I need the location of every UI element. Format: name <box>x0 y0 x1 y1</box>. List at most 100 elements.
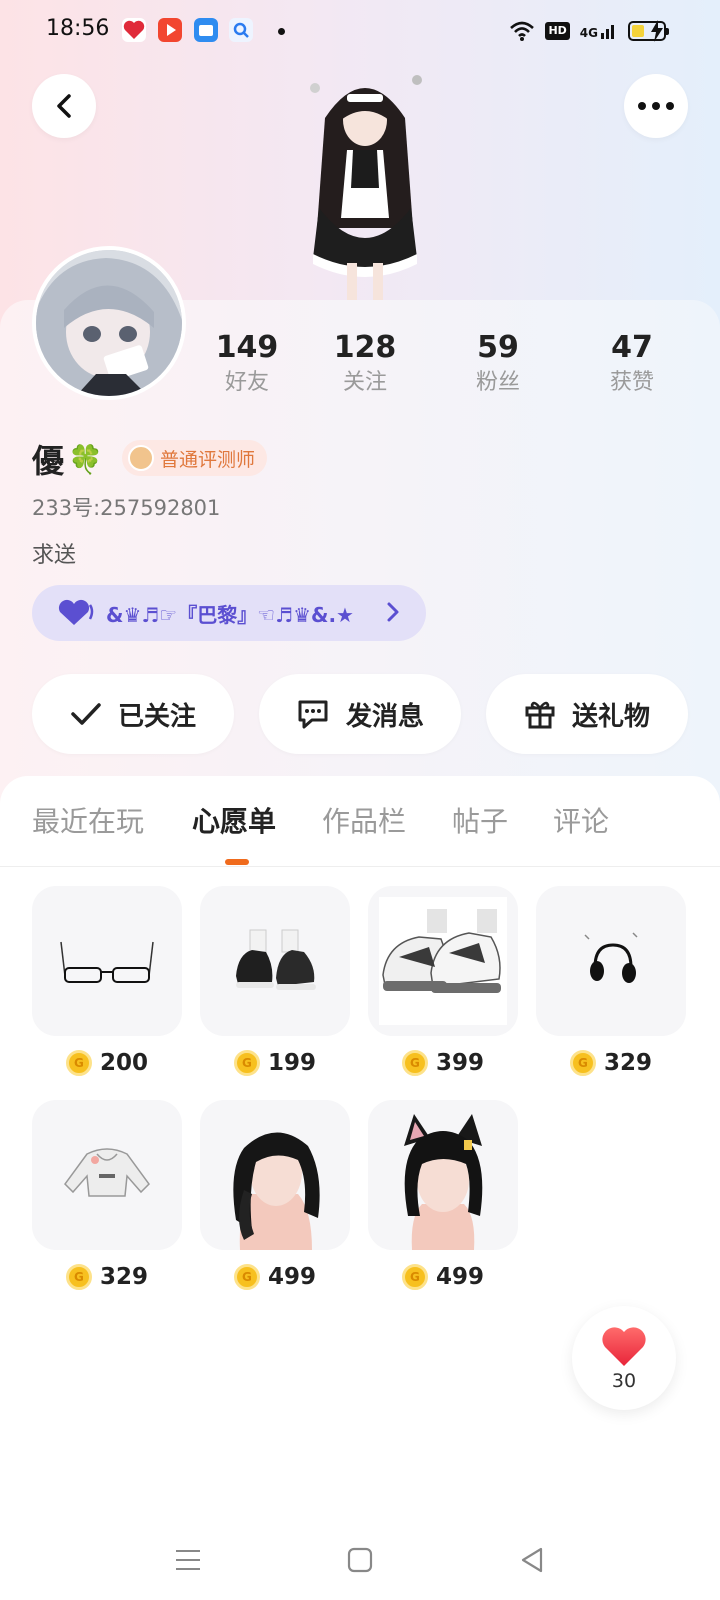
stat-label: 获赞 <box>609 370 654 395</box>
app-icon-video-play <box>158 18 182 42</box>
app-icon-search <box>229 18 253 42</box>
send-gift-label: 送礼物 <box>571 701 650 732</box>
heart-icon <box>602 1327 646 1366</box>
item-price: G 200 <box>32 1048 182 1078</box>
check-icon <box>71 703 101 725</box>
charging-icon <box>651 20 663 42</box>
network-type: 4G <box>579 26 598 40</box>
stat-number: 128 <box>333 330 397 365</box>
price-value: 499 <box>435 1264 484 1290</box>
coin-icon: G <box>401 1050 428 1076</box>
item-thumbnail <box>32 1100 182 1250</box>
app-icon-blue-box <box>194 18 218 42</box>
back-nav-button[interactable] <box>512 1540 552 1580</box>
coin-icon: G <box>569 1050 596 1076</box>
tab-comments[interactable]: 评论 <box>553 800 609 840</box>
wishlist-item-black-hair[interactable]: G 499 <box>200 1100 350 1292</box>
message-label: 发消息 <box>345 701 424 732</box>
clover-emoji: 🍀 <box>68 442 103 476</box>
stat-number: 47 <box>611 330 653 365</box>
coin-icon: G <box>65 1050 92 1076</box>
price-value: 499 <box>267 1264 316 1290</box>
app-icon-red-heart <box>122 18 146 42</box>
wifi-icon <box>510 21 535 41</box>
back-button[interactable] <box>32 74 96 138</box>
item-thumbnail <box>200 886 350 1036</box>
square-icon <box>347 1547 373 1573</box>
tab-divider <box>0 866 720 867</box>
stat-label: 粉丝 <box>475 370 520 395</box>
home-button[interactable] <box>340 1540 380 1580</box>
price-value: 399 <box>435 1050 484 1076</box>
avatar-3d-character[interactable] <box>285 58 445 303</box>
profile-stats: 149 好友 128 关注 59 粉丝 47 获赞 <box>190 330 710 406</box>
wishlist-item-sneakers-black[interactable]: G 199 <box>200 886 350 1078</box>
stat-friends[interactable]: 149 好友 <box>192 330 302 400</box>
item-price: G 329 <box>536 1048 686 1078</box>
tab-works[interactable]: 作品栏 <box>322 800 406 840</box>
recent-apps-button[interactable] <box>168 1540 208 1580</box>
item-price: G 499 <box>368 1262 518 1292</box>
status-time: 18:56 <box>46 16 110 41</box>
like-button[interactable]: 30 <box>572 1306 676 1410</box>
price-value: 329 <box>99 1264 148 1290</box>
cell-signal-icon: 4G <box>580 22 618 40</box>
message-button[interactable]: 发消息 <box>259 674 461 754</box>
more-button[interactable] <box>624 74 688 138</box>
wishlist-item-headphones[interactable]: G 329 <box>536 886 686 1078</box>
item-thumbnail <box>536 886 686 1036</box>
stat-number: 149 <box>215 330 279 365</box>
wishlist-item-sneakers-white[interactable]: G 399 <box>368 886 518 1078</box>
status-indicators: HD 4G <box>509 18 669 44</box>
like-count: 30 <box>611 1370 637 1392</box>
stat-label: 关注 <box>342 370 387 395</box>
price-value: 329 <box>603 1050 652 1076</box>
level-badge[interactable]: 普通评测师 <box>122 440 268 476</box>
notification-dot <box>278 28 285 35</box>
coin-icon: G <box>233 1050 260 1076</box>
chevron-left-icon <box>57 94 71 118</box>
send-gift-button[interactable]: 送礼物 <box>486 674 688 754</box>
tab-recently-played[interactable]: 最近在玩 <box>32 800 144 840</box>
wishlist-item-cat-ear-hair[interactable]: G 499 <box>368 1100 518 1292</box>
triangle-back-icon <box>521 1547 543 1573</box>
item-price: G 329 <box>32 1262 182 1292</box>
item-thumbnail <box>368 1100 518 1250</box>
coin-icon: G <box>401 1264 428 1290</box>
reviewer-badge-icon <box>128 445 154 471</box>
tab-active-indicator <box>225 859 249 865</box>
item-price: G 499 <box>200 1262 350 1292</box>
message-icon <box>298 700 328 729</box>
avatar[interactable] <box>32 246 186 400</box>
stat-following[interactable]: 128 关注 <box>310 330 420 400</box>
item-thumbnail <box>32 886 182 1036</box>
more-dots-icon <box>638 102 674 110</box>
coin-icon: G <box>65 1264 92 1290</box>
gift-icon <box>525 701 555 729</box>
status-bar: 18:56 HD 4G <box>0 0 720 64</box>
level-badge-label: 普通评测师 <box>160 448 256 471</box>
group-link[interactable]: &♛♬☞『巴黎』☜♬♛&.★ <box>32 585 426 641</box>
item-thumbnail <box>368 886 518 1036</box>
followed-label: 已关注 <box>117 701 196 732</box>
stat-fans[interactable]: 59 粉丝 <box>443 330 553 400</box>
user-bio: 求送 <box>32 543 77 568</box>
chevron-right-icon <box>387 602 399 622</box>
tab-posts[interactable]: 帖子 <box>452 800 508 840</box>
stat-likes[interactable]: 47 获赞 <box>577 330 687 400</box>
group-name: &♛♬☞『巴黎』☜♬♛&.★ <box>106 602 354 627</box>
followed-button[interactable]: 已关注 <box>32 674 234 754</box>
menu-icon <box>176 1550 200 1570</box>
stat-label: 好友 <box>224 370 269 395</box>
coin-icon: G <box>233 1264 260 1290</box>
item-price: G 199 <box>200 1048 350 1078</box>
wishlist-item-cropped-hoodie[interactable]: G 329 <box>32 1100 182 1292</box>
double-heart-icon <box>58 599 94 625</box>
item-price: G 399 <box>368 1048 518 1078</box>
item-thumbnail <box>200 1100 350 1250</box>
system-navigation-bar <box>0 1520 720 1600</box>
wishlist-item-glasses[interactable]: G 200 <box>32 886 182 1078</box>
user-id: 233号:257592801 <box>32 496 221 520</box>
tab-wishlist[interactable]: 心愿单 <box>192 800 276 840</box>
stat-number: 59 <box>477 330 519 365</box>
